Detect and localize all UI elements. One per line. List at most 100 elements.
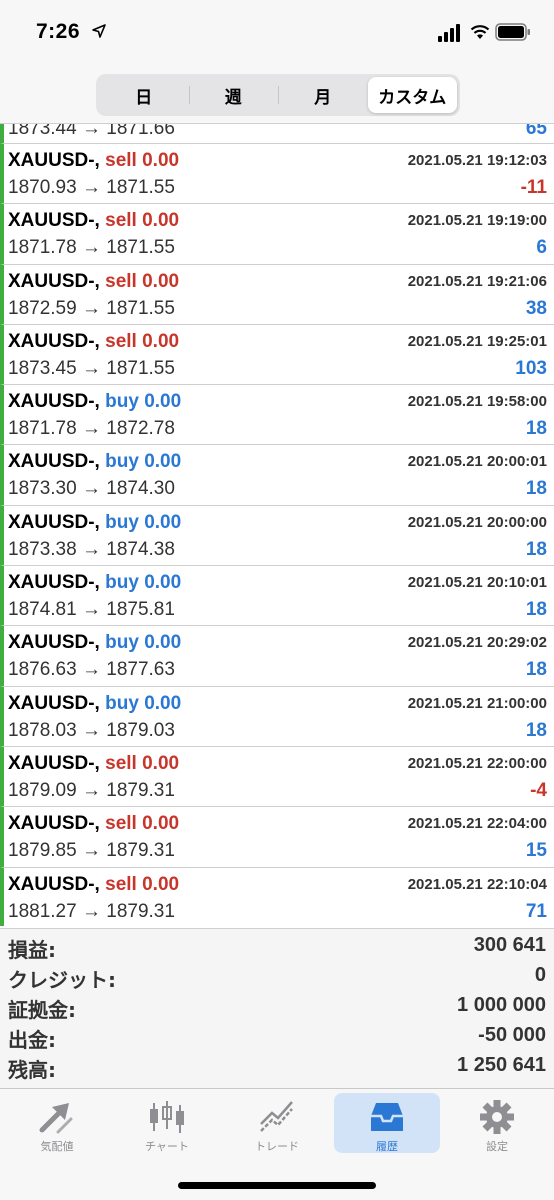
trade-symbol: XAUUSD-, buy 0.00 — [8, 632, 182, 654]
trade-history-list[interactable]: 1873.44 → 1871.66 65 XAUUSD-, sell 0.00 2… — [0, 124, 554, 926]
tab-settings[interactable]: 設定 — [444, 1093, 550, 1153]
trade-type: sell 0.00 — [105, 752, 180, 774]
trade-time: 2021.05.21 20:10:01 — [407, 574, 547, 592]
wifi-icon — [470, 25, 490, 39]
trade-profit: 18 — [525, 599, 547, 621]
trade-time: 2021.05.21 22:00:00 — [407, 754, 547, 772]
trade-profit: 18 — [525, 659, 547, 681]
trade-prices: 1873.45 → 1871.55 — [8, 357, 175, 379]
segment-week[interactable]: 週 — [188, 77, 279, 113]
segment-month[interactable]: 月 — [278, 77, 368, 113]
status-time: 7:26 — [36, 20, 81, 43]
trade-time: 2021.05.21 20:00:00 — [407, 513, 547, 531]
trade-time: 2021.05.21 19:58:00 — [407, 393, 547, 411]
trade-row[interactable]: XAUUSD-, buy 0.00 2021.05.21 20:10:01 1874… — [0, 566, 554, 627]
summary-value: 0 — [534, 964, 546, 986]
trade-symbol: XAUUSD-, sell 0.00 — [8, 270, 180, 292]
trade-prices: 1874.81 → 1875.81 — [8, 599, 175, 621]
trade-prices: 1870.93 → 1871.55 — [8, 177, 175, 198]
inbox-tray-icon — [371, 1103, 403, 1131]
trade-profit: 65 — [525, 124, 547, 139]
trade-prices: 1873.30 → 1874.30 — [8, 478, 175, 500]
trade-profit: -11 — [520, 177, 547, 198]
summary-value: 300 641 — [473, 934, 546, 956]
trade-symbol: XAUUSD-, buy 0.00 — [8, 572, 182, 594]
trade-prices: 1872.59 → 1871.55 — [8, 297, 175, 319]
trade-symbol: XAUUSD-, sell 0.00 — [8, 752, 180, 774]
tab-history-label: 履歴 — [376, 1140, 398, 1153]
trade-row[interactable]: XAUUSD-, sell 0.00 2021.05.21 22:00:00 187… — [0, 746, 554, 808]
trade-row[interactable]: XAUUSD-, buy 0.00 2021.05.21 20:00:00 1873… — [0, 505, 554, 567]
trade-time: 2021.05.21 21:00:00 — [407, 694, 547, 712]
trade-time: 2021.05.21 22:04:00 — [407, 815, 547, 833]
location-arrow-icon — [92, 24, 106, 38]
trade-symbol: XAUUSD-, sell 0.00 — [8, 873, 180, 895]
trade-time: 2021.05.21 19:12:03 — [407, 152, 547, 169]
trade-prices: 1873.38 → 1874.38 — [8, 538, 175, 560]
gear-icon — [480, 1100, 514, 1134]
period-segmented-control: 日 週 月 カスタム — [96, 74, 460, 116]
segment-custom[interactable]: カスタム — [367, 77, 457, 113]
trade-profit: 18 — [525, 478, 547, 500]
trade-type: sell 0.00 — [105, 150, 180, 171]
summary-value: 1 000 000 — [457, 994, 546, 1016]
trade-type: buy 0.00 — [105, 391, 182, 413]
candlestick-icon — [150, 1101, 184, 1133]
summary-row: 残高: 1 250 641 — [0, 1049, 554, 1082]
trade-row[interactable]: XAUUSD-, buy 0.00 2021.05.21 20:29:02 1876… — [0, 626, 554, 687]
trade-prices: 1871.78 → 1872.78 — [8, 418, 175, 440]
trade-profit: 18 — [525, 418, 547, 440]
trade-row[interactable]: XAUUSD-, buy 0.00 2021.05.21 19:58:00 1871… — [0, 385, 554, 446]
tab-chart[interactable]: チャート — [114, 1093, 220, 1153]
trade-symbol: XAUUSD-, sell 0.00 — [8, 330, 180, 352]
trade-row[interactable]: XAUUSD-, sell 0.00 2021.05.21 19:25:01 187… — [0, 324, 554, 386]
quotes-arrows-icon — [39, 1103, 73, 1134]
trade-row-partial[interactable]: 1873.44 → 1871.66 65 — [0, 124, 554, 144]
trade-prices: 1876.63 → 1877.63 — [8, 659, 175, 681]
summary-row: 証拠金: 1 000 000 — [0, 989, 554, 1022]
trade-row[interactable]: XAUUSD-, sell 0.00 2021.05.21 22:10:04 188… — [0, 867, 554, 926]
trade-profit: 18 — [525, 538, 547, 560]
tab-quotes-label: 気配値 — [40, 1140, 74, 1153]
summary-label: 残高: — [8, 1058, 56, 1082]
tab-history[interactable]: 履歴 — [334, 1093, 440, 1153]
trade-time: 2021.05.21 19:21:06 — [407, 272, 547, 290]
trade-profit: 71 — [525, 900, 547, 922]
trade-profit: 15 — [525, 840, 547, 862]
trade-time: 2021.05.21 20:29:02 — [407, 634, 547, 652]
trade-prices: 1879.09 → 1879.31 — [8, 779, 175, 801]
trade-prices: 1878.03 → 1879.03 — [8, 719, 175, 741]
trade-symbol: XAUUSD-, buy 0.00 — [8, 391, 182, 413]
tab-trade[interactable]: トレード — [224, 1093, 330, 1153]
trade-row[interactable]: XAUUSD-, sell 0.00 2021.05.21 19:21:06 187… — [0, 264, 554, 325]
trade-prices: 1871.78 → 1871.55 — [8, 237, 175, 259]
summary-row: クレジット: 0 — [0, 959, 554, 992]
summary-row: 損益: 300 641 — [0, 929, 554, 962]
trade-type: buy 0.00 — [105, 572, 182, 594]
trade-type: buy 0.00 — [105, 692, 182, 714]
trade-row[interactable]: XAUUSD-, buy 0.00 2021.05.21 21:00:00 1878… — [0, 686, 554, 747]
trade-type: buy 0.00 — [105, 451, 182, 473]
trade-row[interactable]: XAUUSD-, sell 0.00 2021.05.21 19:19:00 187… — [0, 204, 554, 265]
tab-quotes[interactable]: 気配値 — [4, 1093, 110, 1153]
trade-type: sell 0.00 — [105, 330, 180, 352]
battery-icon — [495, 23, 530, 41]
trade-row[interactable]: XAUUSD-, sell 0.00 2021.05.21 22:04:00 187… — [0, 807, 554, 868]
trade-type: sell 0.00 — [105, 813, 180, 835]
trade-time: 2021.05.21 19:25:01 — [407, 332, 547, 350]
trade-line-icon — [260, 1101, 293, 1132]
trade-row[interactable]: XAUUSD-, buy 0.00 2021.05.21 20:00:01 1873… — [0, 445, 554, 506]
trade-type: buy 0.00 — [105, 632, 182, 654]
cellular-signal-icon — [438, 24, 460, 42]
trade-symbol: XAUUSD-, buy 0.00 — [8, 692, 182, 714]
tab-trade-label: トレード — [255, 1140, 299, 1153]
trade-symbol: XAUUSD-, buy 0.00 — [8, 451, 182, 473]
summary-row: 出金: -50 000 — [0, 1019, 554, 1052]
trade-profit: 6 — [536, 237, 547, 259]
trade-prices: 1879.85 → 1879.31 — [8, 840, 175, 862]
tab-chart-label: チャート — [145, 1140, 189, 1153]
status-bar: 7:26 — [0, 0, 554, 68]
trade-row[interactable]: XAUUSD-, sell 0.00 2021.05.21 19:12:03 187… — [0, 144, 554, 205]
segment-day[interactable]: 日 — [99, 77, 189, 113]
summary-value: 1 250 641 — [457, 1054, 546, 1076]
